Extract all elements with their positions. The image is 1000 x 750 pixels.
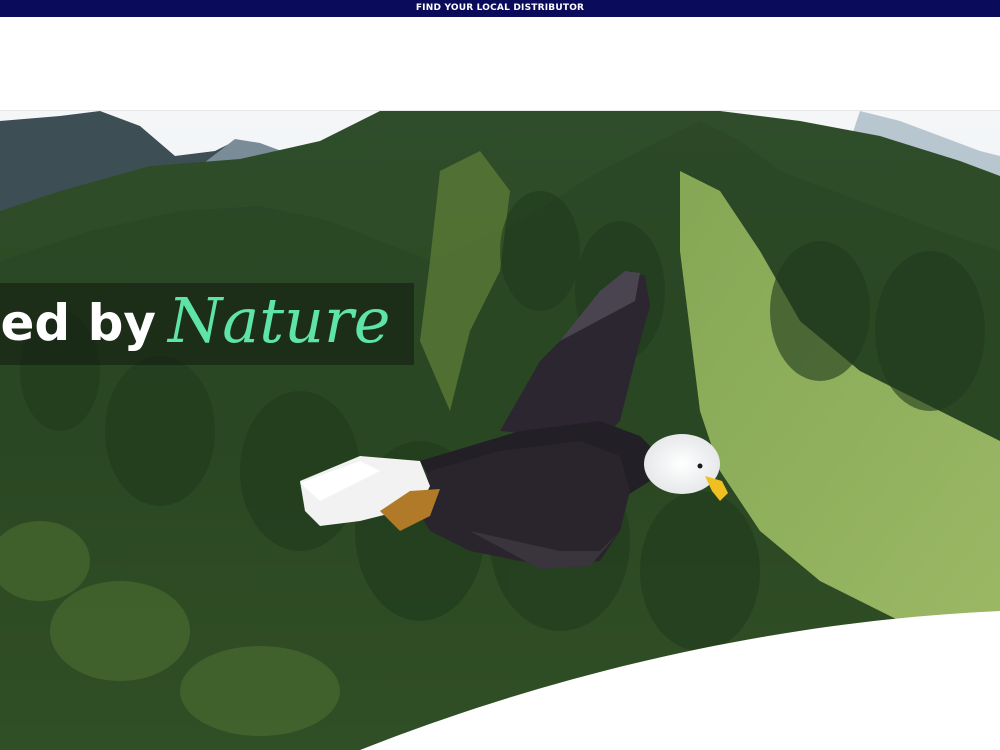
tagline-plain-text: ed by	[0, 294, 157, 352]
site-header	[0, 17, 1000, 111]
hero-background-image	[0, 111, 1000, 750]
find-distributor-link[interactable]: FIND YOUR LOCAL DISTRIBUTOR	[416, 0, 584, 17]
top-announcement-bar: FIND YOUR LOCAL DISTRIBUTOR	[0, 0, 1000, 17]
tagline-script-text: Nature	[168, 284, 391, 357]
hero-tagline: ed by Nature	[0, 283, 414, 365]
hero-banner: ed by Nature	[0, 111, 1000, 750]
